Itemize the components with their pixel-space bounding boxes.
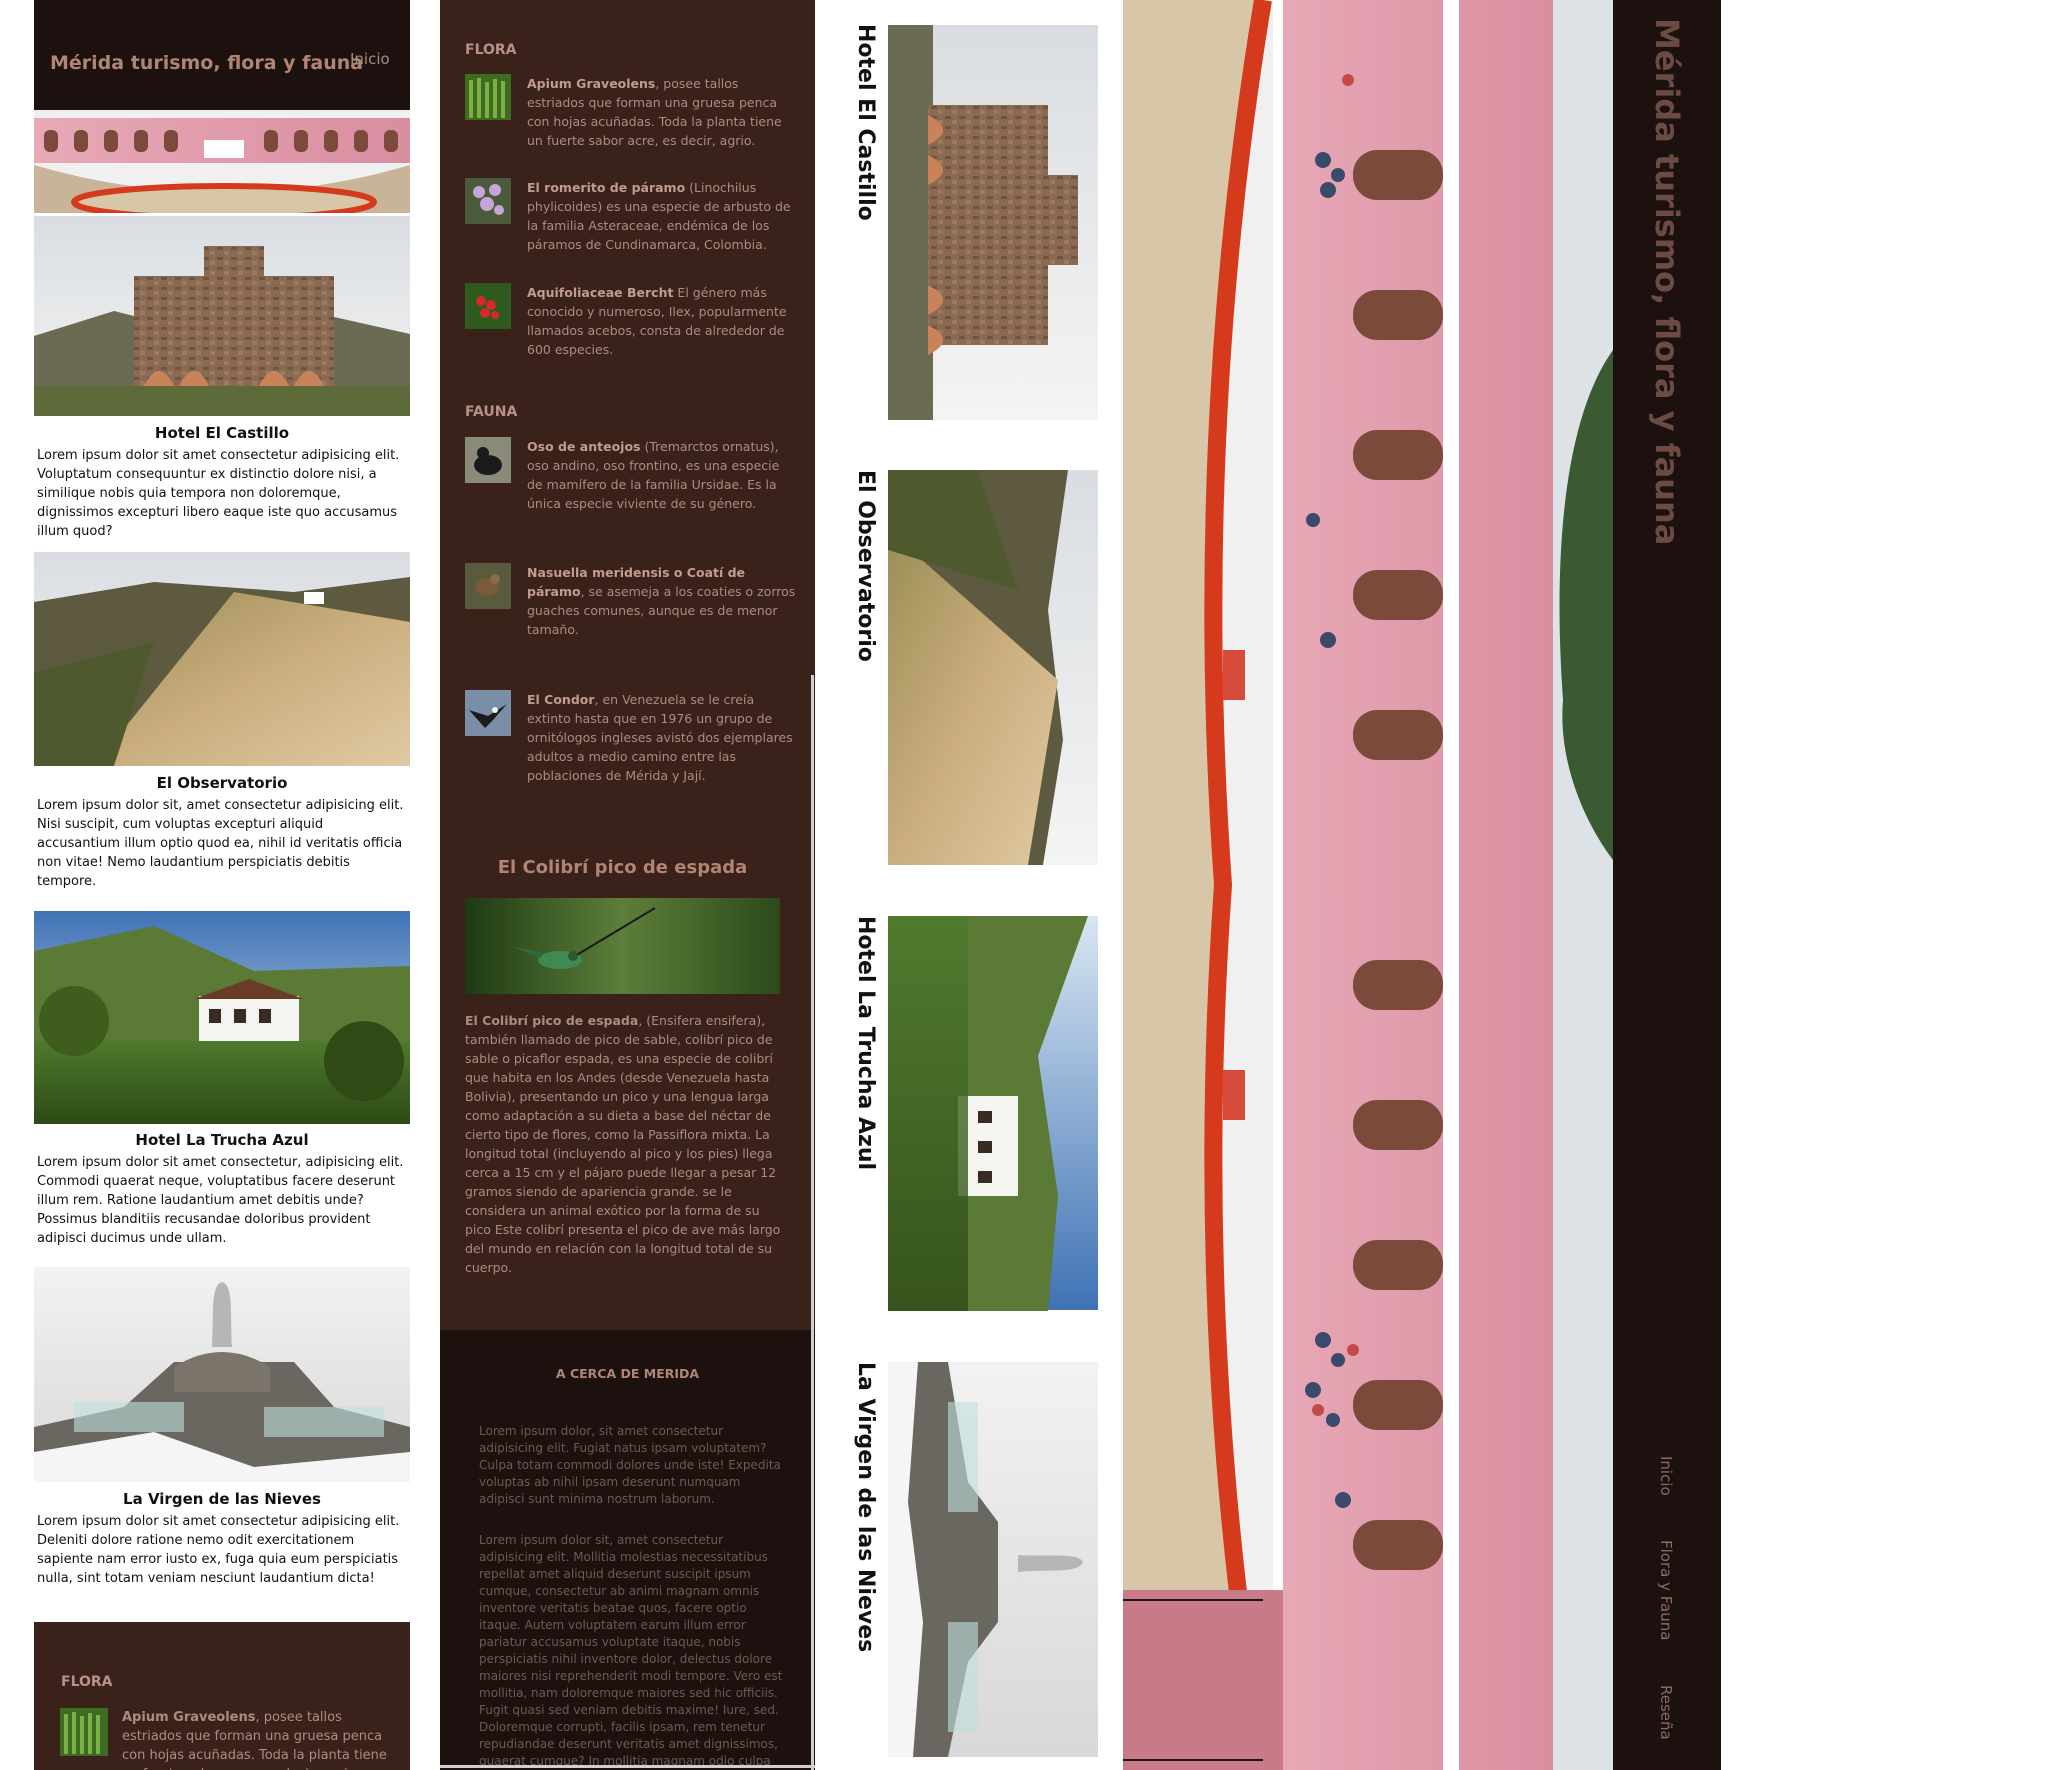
- flora-item-text: Aquifoliaceae Bercht El género más conoc…: [527, 283, 797, 359]
- flora-item: Aquifoliaceae Bercht El género más conoc…: [465, 283, 797, 363]
- nav-link-resena[interactable]: Reseña: [1657, 1685, 1675, 1740]
- trucha-azul-image: [34, 911, 410, 1124]
- hotel-castillo-image: [34, 216, 410, 416]
- virgen-nieves-image: [34, 1267, 410, 1482]
- mobile-preview-column: Mérida turismo, flora y fauna Inicio Hot…: [34, 0, 410, 1770]
- oso-thumbnail: [465, 437, 511, 483]
- card-text: Lorem ipsum dolor sit amet consectetur a…: [37, 448, 400, 539]
- aquifoliaceae-thumbnail: [465, 283, 511, 329]
- gallery-title: La Virgen de las Nieves: [853, 1362, 878, 1653]
- flora-item-name: Apium Graveolens: [527, 76, 656, 91]
- vertical-nav-bar: Mérida turismo, flora y fauna Inicio Flo…: [1613, 0, 1721, 1770]
- observatorio-image: [34, 552, 410, 766]
- flora-item-text: El romerito de páramo (Linochilus phylic…: [527, 178, 797, 254]
- gallery-title: Hotel El Castillo: [853, 24, 878, 221]
- colibri-text: El Colibrí pico de espada, (Ensifera ens…: [465, 1011, 783, 1277]
- vertical-site-title[interactable]: Mérida turismo, flora y fauna: [1648, 18, 1686, 545]
- horizontal-scrollbar[interactable]: [440, 1765, 815, 1768]
- fauna-item: El Condor, en Venezuela se le creía exti…: [465, 690, 797, 800]
- flora-heading: FLORA: [465, 42, 517, 58]
- flora-heading: FLORA: [61, 1674, 113, 1690]
- fauna-item-text: El Condor, en Venezuela se le creía exti…: [527, 690, 797, 785]
- gallery-title: El Observatorio: [853, 470, 878, 662]
- card-text: Lorem ipsum dolor sit amet consectetur, …: [37, 1155, 404, 1246]
- apium-thumbnail: [465, 74, 511, 120]
- romerito-thumbnail: [465, 178, 511, 224]
- sidebar-column: FLORA Apium Graveolens, posee tallos est…: [440, 0, 815, 1770]
- site-header: Mérida turismo, flora y fauna Inicio: [34, 0, 410, 110]
- nav-link-flora-fauna[interactable]: Flora y Fauna: [1657, 1540, 1675, 1640]
- fauna-item-name: El Condor: [527, 692, 595, 707]
- gallery-image-virgen[interactable]: [888, 1362, 1098, 1757]
- flora-item: El romerito de páramo (Linochilus phylic…: [465, 178, 797, 258]
- vertical-scrollbar[interactable]: [811, 675, 814, 1770]
- card-text: Lorem ipsum dolor sit amet consectetur a…: [37, 1514, 400, 1586]
- gallery-title: Hotel La Trucha Azul: [853, 916, 878, 1171]
- flora-item-text: Apium Graveolens, posee tallos estriados…: [527, 74, 797, 150]
- hero-bullring-image: [34, 110, 410, 213]
- colibri-name: El Colibrí pico de espada: [465, 1013, 639, 1028]
- card-text: Lorem ipsum dolor sit, amet consectetur …: [37, 798, 404, 889]
- flora-item-name: Apium Graveolens: [122, 1710, 256, 1725]
- flora-item-name: Aquifoliaceae Bercht: [527, 285, 674, 300]
- fauna-item: Oso de anteojos (Tremarctos ornatus), os…: [465, 437, 797, 537]
- gallery-image-castillo[interactable]: [888, 25, 1098, 420]
- card-title: El Observatorio: [156, 774, 288, 792]
- about-paragraph: Lorem ipsum dolor sit, amet consectetur …: [479, 1533, 783, 1768]
- fauna-item: Nasuella meridensis o Coatí de páramo, s…: [465, 563, 797, 663]
- colibri-desc: , (Ensifera ensifera), también llamado d…: [465, 1013, 781, 1275]
- about-section: A CERCA DE MERIDA Lorem ipsum dolor, sit…: [440, 1330, 815, 1770]
- flora-item-text: Apium Graveolens, posee tallos estriados…: [122, 1708, 387, 1770]
- gallery-image-observatorio[interactable]: [888, 470, 1098, 865]
- card-title: Hotel El Castillo: [154, 424, 290, 442]
- card-title: La Virgen de las Nieves: [123, 1490, 321, 1508]
- about-paragraph: Lorem ipsum dolor, sit amet consectetur …: [479, 1424, 781, 1506]
- condor-thumbnail: [465, 690, 511, 736]
- fauna-item-name: Oso de anteojos: [527, 439, 641, 454]
- coati-thumbnail: [465, 563, 511, 609]
- about-heading: A CERCA DE MERIDA: [555, 1366, 700, 1381]
- colibri-image: [465, 898, 780, 994]
- bullring-panorama-image: [1123, 0, 1613, 1770]
- card-title: Hotel La Trucha Azul: [135, 1131, 309, 1149]
- fauna-heading: FAUNA: [465, 404, 518, 420]
- fauna-item-text: Oso de anteojos (Tremarctos ornatus), os…: [527, 437, 797, 513]
- site-title[interactable]: Mérida turismo, flora y fauna: [50, 52, 363, 74]
- colibri-title: El Colibrí pico de espada: [497, 857, 748, 878]
- flora-item-name: El romerito de páramo: [527, 180, 686, 195]
- nav-link-inicio[interactable]: Inicio: [1657, 1456, 1675, 1496]
- flora-item: Apium Graveolens, posee tallos estriados…: [465, 74, 797, 154]
- nav-link-home[interactable]: Inicio: [350, 50, 390, 68]
- apium-thumbnail: [60, 1708, 108, 1756]
- flora-section-preview: FLORA Apium Graveolens, posee tallos est…: [34, 1622, 410, 1770]
- fauna-item-text: Nasuella meridensis o Coatí de páramo, s…: [527, 563, 797, 639]
- gallery-image-trucha-azul[interactable]: [888, 916, 1098, 1311]
